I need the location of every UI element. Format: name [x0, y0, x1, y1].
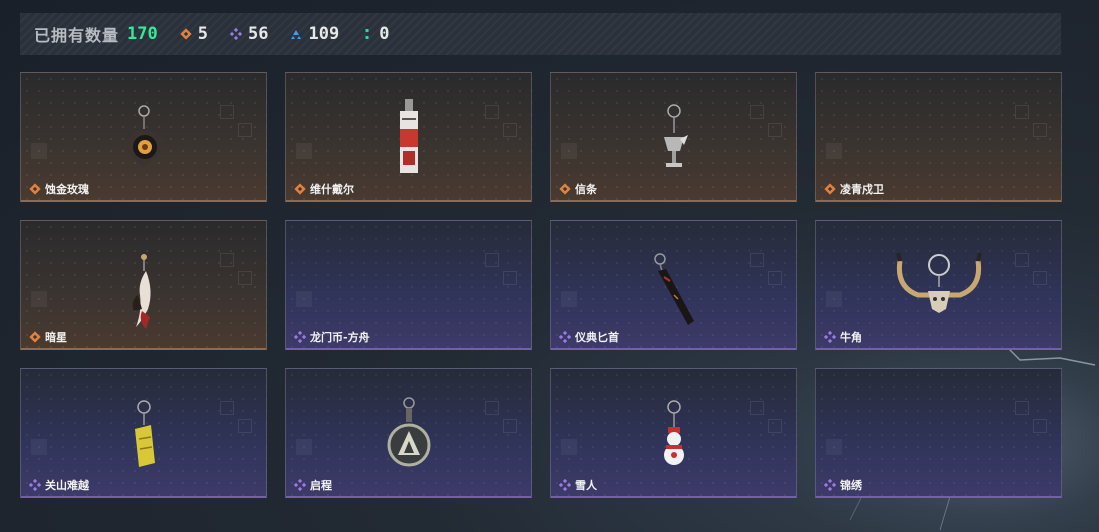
blue-triangle-icon [291, 30, 302, 39]
item-name: 仪典匕首 [575, 331, 619, 344]
card-decoration [1015, 401, 1051, 437]
purple-diamond-icon [559, 331, 571, 343]
item-name: 锦绣 [840, 479, 862, 492]
orange-diamond-icon [29, 331, 41, 343]
item-card[interactable]: 牛角 [815, 220, 1062, 350]
rose-keychain-icon [121, 105, 168, 167]
stat-purple-count: 56 [247, 24, 269, 44]
item-card[interactable]: 龙门币-方舟 [285, 220, 532, 350]
stat-orange-count: 5 [197, 24, 208, 44]
purple-diamond-icon [294, 479, 306, 491]
card-decoration [826, 439, 842, 455]
card-decoration [485, 105, 521, 141]
item-name: 启程 [310, 479, 332, 492]
stat-orange: 5 [180, 24, 208, 44]
card-decoration [31, 291, 47, 307]
item-card[interactable]: 雪人 [550, 368, 797, 498]
card-decoration [220, 253, 256, 289]
card-decoration [220, 401, 256, 437]
medal-keychain-icon [387, 397, 430, 467]
lighter-keychain-icon [134, 400, 155, 467]
item-grid: 蚀金玫瑰 维什戴尔 信条 凌青戍卫 暗星 龙门币-方舟 仪典匕首 牛角 关山难越… [20, 72, 1062, 498]
card-decoration [826, 143, 842, 159]
item-name: 蚀金玫瑰 [45, 183, 89, 196]
item-name: 维什戴尔 [310, 183, 354, 196]
stat-green-count: 0 [379, 24, 390, 44]
card-decoration [561, 291, 577, 307]
card-decoration [826, 291, 842, 307]
item-card[interactable]: 凌青戍卫 [815, 72, 1062, 202]
card-decoration [485, 401, 521, 437]
stat-blue: 109 [290, 24, 339, 44]
feather-keychain-icon [132, 254, 151, 329]
goblet-keychain-icon [663, 104, 688, 167]
item-card[interactable]: 信条 [550, 72, 797, 202]
card-decoration [31, 439, 47, 455]
card-decoration [1015, 105, 1051, 141]
card-decoration [296, 291, 312, 307]
item-card[interactable]: 启程 [285, 368, 532, 498]
item-card[interactable]: 蚀金玫瑰 [20, 72, 267, 202]
item-name: 信条 [575, 183, 597, 196]
card-decoration [561, 439, 577, 455]
card-decoration [31, 143, 47, 159]
card-keychain-icon [399, 99, 418, 173]
purple-diamond-icon [294, 331, 306, 343]
card-decoration [296, 439, 312, 455]
purple-diamond-icon [559, 479, 571, 491]
card-decoration [750, 105, 786, 141]
horn-keychain-icon [895, 252, 982, 313]
dagger-keychain-icon [653, 253, 694, 325]
card-decoration [1015, 253, 1051, 289]
green-dots-icon [365, 29, 369, 39]
stat-blue-count: 109 [308, 24, 340, 44]
item-card[interactable]: 锦绣 [815, 368, 1062, 498]
card-decoration [561, 143, 577, 159]
item-card[interactable]: 暗星 [20, 220, 267, 350]
stat-green: 0 [361, 24, 389, 44]
card-decoration [750, 401, 786, 437]
snowman-keychain-icon [663, 400, 684, 465]
card-decoration [750, 253, 786, 289]
purple-diamond-icon [229, 28, 242, 40]
card-decoration [485, 253, 521, 289]
item-name: 凌青戍卫 [840, 183, 884, 196]
item-name: 关山难越 [45, 479, 89, 492]
card-decoration [296, 143, 312, 159]
item-name: 暗星 [45, 331, 67, 344]
owned-label: 已拥有数量 [34, 26, 120, 45]
purple-diamond-icon [824, 479, 836, 491]
orange-diamond-icon [29, 183, 41, 195]
item-card[interactable]: 维什戴尔 [285, 72, 532, 202]
owned-count: 170 [127, 24, 158, 44]
item-card[interactable]: 仪典匕首 [550, 220, 797, 350]
item-card[interactable]: 关山难越 [20, 368, 267, 498]
orange-diamond-icon [180, 28, 192, 40]
purple-diamond-icon [29, 479, 41, 491]
stat-purple: 56 [229, 24, 269, 44]
item-name: 牛角 [840, 331, 862, 344]
purple-diamond-icon [824, 331, 836, 343]
orange-diamond-icon [559, 183, 571, 195]
item-name: 龙门币-方舟 [310, 331, 370, 344]
collection-header: 已拥有数量 170 5 56 109 0 [20, 13, 1061, 55]
orange-diamond-icon [824, 183, 836, 195]
orange-diamond-icon [294, 183, 306, 195]
item-name: 雪人 [575, 479, 597, 492]
card-decoration [220, 105, 256, 141]
